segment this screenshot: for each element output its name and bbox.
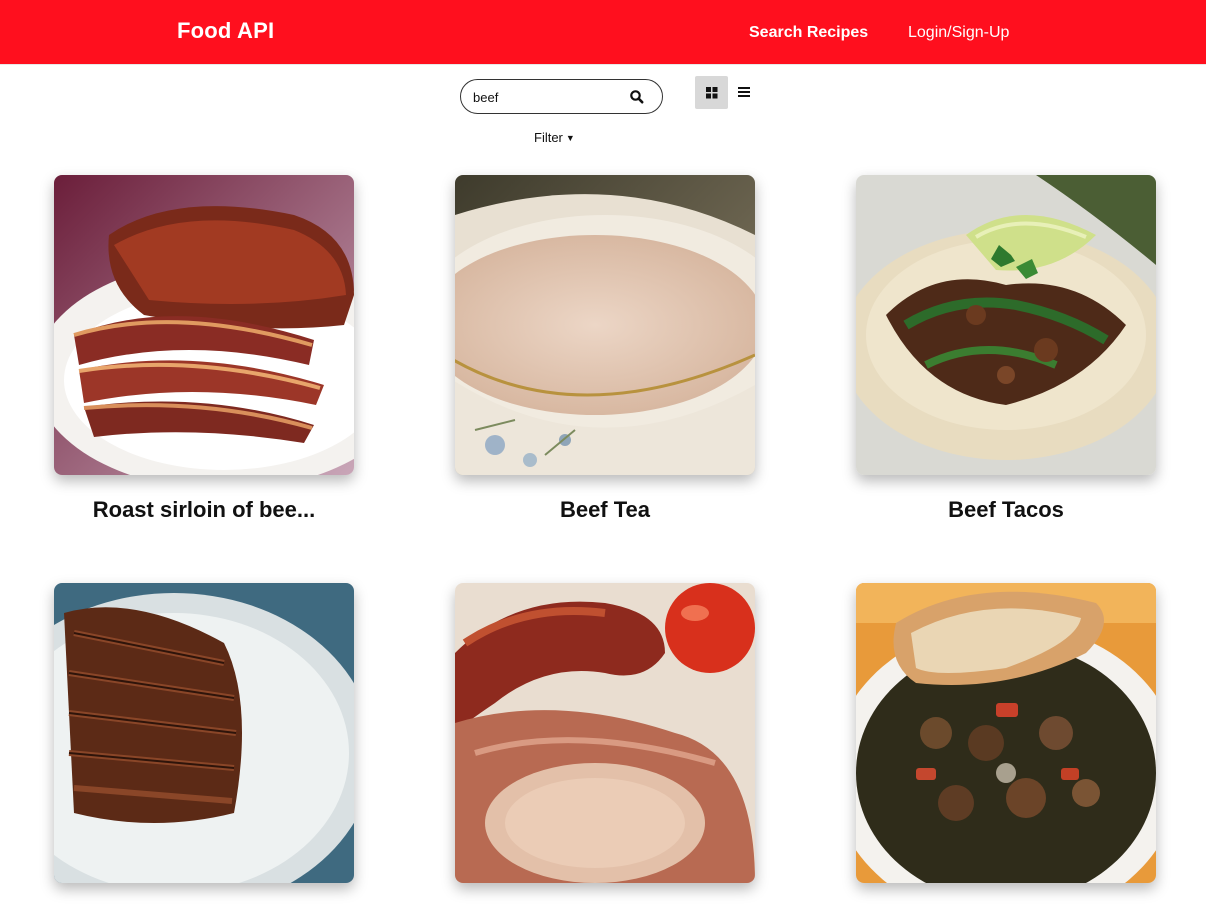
list-view-icon [738,87,750,97]
recipe-card[interactable] [856,583,1156,905]
recipe-card[interactable]: Beef Tea [455,175,755,523]
nav-search-recipes-link[interactable]: Search Recipes [749,24,868,42]
recipe-image[interactable] [856,583,1156,883]
grid-view-icon [706,87,718,99]
nav-login-signup-link[interactable]: Login/Sign-Up [908,24,1009,42]
recipe-image[interactable] [856,175,1156,475]
recipe-image[interactable] [455,583,755,883]
recipe-title[interactable]: Beef Tea [455,497,755,523]
filter-label: Filter [534,130,563,145]
recipe-card[interactable]: Roast sirloin of bee... [54,175,354,523]
recipe-card[interactable] [455,583,755,905]
recipe-card[interactable]: Beef Tacos [856,175,1156,523]
brand-logo[interactable]: Food API [177,18,274,44]
caret-down-icon: ▼ [565,133,575,143]
search-icon [630,90,644,104]
grid-view-button[interactable] [695,76,728,109]
recipe-title[interactable]: Roast sirloin of bee... [54,497,354,523]
search-input[interactable] [473,88,623,106]
search-box [460,79,663,114]
recipe-card[interactable] [54,583,354,905]
top-navbar: Food API Search Recipes Login/Sign-Up [0,0,1206,65]
recipe-image[interactable] [54,583,354,883]
recipe-image[interactable] [54,175,354,475]
list-view-button[interactable] [732,80,756,104]
recipe-image[interactable] [455,175,755,475]
search-button[interactable] [627,87,647,107]
filter-dropdown[interactable]: Filter ▼ [534,130,575,145]
recipe-title[interactable]: Beef Tacos [856,497,1156,523]
